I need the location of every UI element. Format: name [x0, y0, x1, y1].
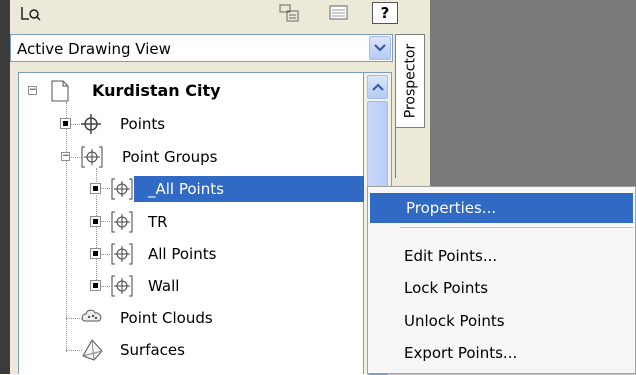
item-view-icon[interactable] — [326, 2, 352, 24]
tree-item-points[interactable]: Points — [58, 109, 358, 139]
tree-item-label: Wall — [148, 277, 180, 295]
tree-item-label: TR — [148, 213, 168, 231]
zoom-window-icon[interactable] — [18, 2, 44, 24]
tree-item-point-clouds[interactable]: Point Clouds — [58, 303, 358, 333]
menu-item-label: Lock Points — [404, 279, 489, 297]
points-toggle-icon[interactable] — [60, 118, 71, 129]
menu-item-label: Unlock Points — [404, 312, 505, 330]
view-dropdown-value: Active Drawing View — [17, 40, 171, 58]
tree-item-group[interactable]: Wall — [88, 271, 364, 301]
tree-item-group[interactable]: _All Points — [88, 174, 364, 204]
surface-icon — [82, 339, 103, 361]
tree-item-label: Points — [120, 115, 166, 133]
collapse-icon[interactable]: − — [28, 86, 37, 95]
point-group-icon — [111, 211, 133, 233]
tree-item-group[interactable]: All Points — [88, 239, 364, 269]
help-label: ? — [380, 4, 390, 22]
menu-separator — [400, 227, 633, 228]
tab-prospector-label: Prospector — [402, 43, 419, 119]
point-group-icon — [111, 178, 133, 200]
tree-item-label: Surfaces — [120, 341, 185, 359]
point-group-icon — [81, 146, 103, 168]
group-toggle-icon[interactable] — [90, 216, 101, 227]
point-cloud-icon — [81, 309, 102, 322]
tree-item-label: Point Clouds — [120, 309, 213, 327]
menu-item-export-points[interactable]: Export Points... — [368, 338, 635, 368]
view-dropdown[interactable]: Active Drawing View — [10, 34, 393, 62]
point-group-icon — [111, 243, 133, 265]
tree-item-label: _All Points — [148, 180, 224, 198]
tree-item-group[interactable]: TR — [88, 207, 364, 237]
tree-item-label: Kurdistan City — [92, 81, 221, 100]
menu-item-edit-points[interactable]: Edit Points... — [368, 241, 635, 271]
tree-item-point-groups[interactable]: − Point Groups — [58, 142, 358, 172]
tree-item-label: All Points — [148, 245, 217, 263]
menu-item-label: Edit Points... — [404, 247, 498, 265]
menu-item-lock-points[interactable]: Lock Points — [368, 273, 635, 303]
toolbar: ? — [10, 0, 420, 32]
help-button[interactable]: ? — [372, 2, 398, 24]
preview-icon[interactable] — [276, 2, 302, 24]
menu-item-label: Export Points... — [404, 344, 518, 362]
group-toggle-icon[interactable] — [90, 280, 101, 291]
menu-item-unlock-points[interactable]: Unlock Points — [368, 306, 635, 336]
window-frame-left — [0, 0, 10, 374]
point-group-icon — [111, 275, 133, 297]
menu-item-properties[interactable]: Properties... — [370, 193, 633, 223]
collapse-icon[interactable]: − — [61, 152, 70, 161]
menu-item-label: Properties... — [406, 199, 497, 217]
group-toggle-icon[interactable] — [90, 183, 101, 194]
group-toggle-icon[interactable] — [90, 248, 101, 259]
point-icon — [81, 114, 101, 134]
scroll-up-icon[interactable] — [367, 75, 388, 99]
tree-item-label: Point Groups — [122, 148, 218, 166]
chevron-down-icon[interactable] — [369, 36, 391, 60]
tab-prospector[interactable]: Prospector — [395, 34, 425, 128]
tab-strip — [395, 128, 425, 178]
tree-item-root[interactable]: − Kurdistan City — [28, 76, 358, 106]
tree-item-surfaces[interactable]: Surfaces — [58, 335, 358, 365]
drawing-icon — [51, 80, 69, 102]
drawing-area-background — [430, 0, 636, 190]
context-menu: Properties... Edit Points... Lock Points… — [367, 186, 636, 374]
